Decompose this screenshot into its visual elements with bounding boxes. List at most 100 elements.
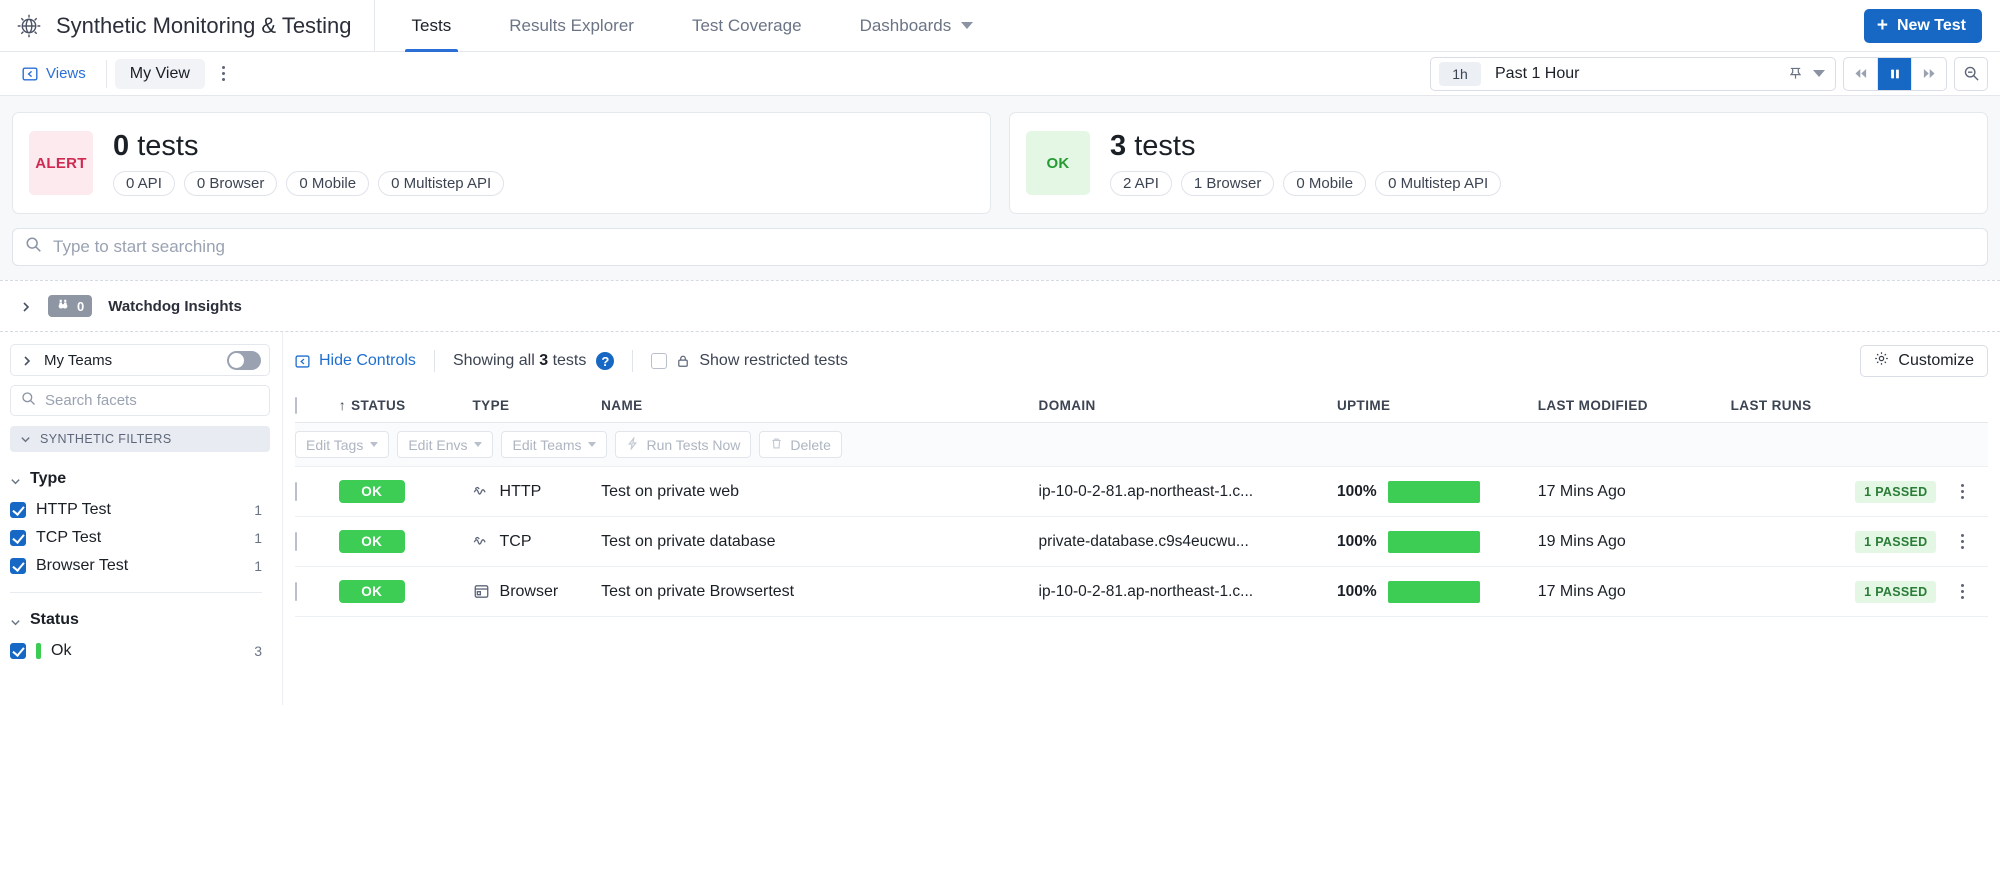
tab-test-coverage[interactable]: Test Coverage bbox=[663, 0, 831, 52]
column-header-name-label: NAME bbox=[601, 397, 643, 413]
show-restricted-tests-option[interactable]: Show restricted tests bbox=[651, 352, 848, 370]
row-name-cell[interactable]: Test on private database bbox=[601, 516, 1039, 567]
facet-sidebar: My Teams SYNTHETIC FILTERS bbox=[0, 332, 283, 705]
pause-button[interactable] bbox=[1878, 57, 1912, 90]
facet-search-input[interactable] bbox=[45, 392, 259, 409]
facet-item-status-ok[interactable]: Ok 3 bbox=[10, 637, 270, 665]
nav-divider bbox=[373, 0, 375, 52]
pin-icon[interactable] bbox=[1788, 66, 1803, 81]
chevron-right-icon[interactable] bbox=[20, 300, 32, 312]
tab-dashboards[interactable]: Dashboards bbox=[831, 0, 1003, 52]
customize-button[interactable]: Customize bbox=[1860, 345, 1988, 377]
show-restricted-checkbox[interactable] bbox=[651, 353, 668, 369]
ok-pill-mobile[interactable]: 0 Mobile bbox=[1283, 171, 1367, 196]
column-header-last-modified[interactable]: LAST MODIFIED bbox=[1537, 389, 1731, 423]
my-teams-toggle[interactable] bbox=[227, 350, 261, 370]
facet-checkbox[interactable] bbox=[10, 502, 26, 518]
edit-tags-label: Edit Tags bbox=[306, 436, 364, 453]
ok-type-pills: 2 API 1 Browser 0 Mobile 0 Multistep API bbox=[1110, 171, 1502, 196]
facet-checkbox[interactable] bbox=[10, 558, 26, 574]
chevron-right-icon[interactable] bbox=[21, 354, 33, 366]
row-actions-cell bbox=[1936, 566, 1988, 617]
row-checkbox[interactable] bbox=[295, 581, 297, 601]
edit-envs-button[interactable]: Edit Envs bbox=[397, 431, 494, 458]
row-more-options-icon[interactable] bbox=[1955, 481, 1970, 502]
column-header-type[interactable]: TYPE bbox=[472, 389, 602, 423]
alert-badge-label: ALERT bbox=[35, 154, 87, 172]
hide-controls-button[interactable]: Hide Controls bbox=[295, 352, 416, 370]
chevron-down-icon[interactable] bbox=[1813, 70, 1825, 77]
facet-section-status[interactable]: Status bbox=[10, 611, 270, 629]
delete-button[interactable]: Delete bbox=[759, 431, 842, 458]
facet-checkbox[interactable] bbox=[10, 643, 26, 659]
select-all-checkbox[interactable] bbox=[295, 396, 297, 414]
ok-pill-api[interactable]: 2 API bbox=[1110, 171, 1172, 196]
fast-forward-button[interactable] bbox=[1912, 58, 1946, 90]
column-header-status[interactable]: ↑ STATUS bbox=[338, 389, 473, 423]
current-view-chip[interactable]: My View bbox=[114, 58, 205, 89]
facet-item-tcp-test[interactable]: TCP Test 1 bbox=[10, 524, 270, 552]
row-checkbox[interactable] bbox=[295, 481, 297, 501]
global-search-bar[interactable] bbox=[12, 228, 1988, 266]
column-header-last-runs[interactable]: LAST RUNS bbox=[1730, 389, 1937, 423]
row-last-runs-cell: 1 PASSED bbox=[1730, 466, 1937, 517]
ok-summary-card[interactable]: OK 3 tests 2 API 1 Browser 0 Mobile 0 Mu… bbox=[1009, 112, 1988, 214]
facet-group-synthetic-filters[interactable]: SYNTHETIC FILTERS bbox=[10, 426, 270, 452]
row-select-cell bbox=[295, 516, 339, 567]
my-teams-filter[interactable]: My Teams bbox=[10, 344, 270, 376]
facet-checkbox[interactable] bbox=[10, 530, 26, 546]
plus-icon: + bbox=[1876, 15, 1888, 36]
table-row[interactable]: OK TCP Test on private database private-… bbox=[295, 516, 1988, 567]
table-row[interactable]: OK Browser Test on private Browsertest i… bbox=[295, 566, 1988, 617]
ok-pill-multistep-api[interactable]: 0 Multistep API bbox=[1375, 171, 1502, 196]
facet-search-bar[interactable] bbox=[10, 385, 270, 416]
row-uptime-cell: 100% bbox=[1337, 516, 1538, 567]
ok-pill-browser[interactable]: 1 Browser bbox=[1180, 171, 1275, 196]
watchdog-badge: 0 bbox=[48, 295, 93, 317]
facet-item-browser-test[interactable]: Browser Test 1 bbox=[10, 552, 270, 580]
new-test-button[interactable]: + New Test bbox=[1863, 8, 1982, 43]
top-nav-actions: + New Test bbox=[1863, 8, 1982, 43]
watchdog-insights-bar[interactable]: 0 Watchdog Insights bbox=[0, 280, 2000, 332]
test-name: Test on private Browsertest bbox=[601, 582, 795, 600]
tests-table-head: ↑ STATUS TYPE NAME DOMAIN UPTIME LAST MO… bbox=[295, 389, 1988, 423]
alert-test-count: 0 tests bbox=[113, 130, 504, 163]
alert-pill-browser[interactable]: 0 Browser bbox=[183, 171, 278, 196]
tab-results-explorer[interactable]: Results Explorer bbox=[480, 0, 663, 52]
alert-pill-api[interactable]: 0 API bbox=[113, 171, 175, 196]
rewind-button[interactable] bbox=[1844, 57, 1878, 90]
run-tests-now-button[interactable]: Run Tests Now bbox=[615, 431, 752, 458]
page-title: Synthetic Monitoring & Testing bbox=[56, 12, 352, 38]
column-header-domain[interactable]: DOMAIN bbox=[1038, 389, 1337, 423]
alert-card-body: 0 tests 0 API 0 Browser 0 Mobile 0 Multi… bbox=[113, 130, 505, 196]
zoom-out-button[interactable] bbox=[1954, 56, 1988, 91]
ok-count-value: 3 bbox=[1110, 130, 1127, 162]
row-type-label: TCP bbox=[499, 532, 532, 550]
help-icon[interactable]: ? bbox=[596, 352, 615, 370]
search-input[interactable] bbox=[53, 237, 1975, 257]
time-shortcut-chip[interactable]: 1h bbox=[1439, 61, 1481, 86]
column-header-name[interactable]: NAME bbox=[601, 389, 1039, 423]
row-more-options-icon[interactable] bbox=[1955, 581, 1970, 602]
facet-item-count: 1 bbox=[254, 558, 262, 574]
row-checkbox[interactable] bbox=[295, 531, 297, 551]
view-more-options-icon[interactable] bbox=[211, 59, 237, 89]
table-row[interactable]: OK HTTP Test on private web ip-10-0-2-81… bbox=[295, 466, 1988, 517]
tab-tests[interactable]: Tests bbox=[383, 0, 481, 52]
views-button[interactable]: Views bbox=[10, 52, 98, 96]
alert-summary-card[interactable]: ALERT 0 tests 0 API 0 Browser 0 Mobile 0… bbox=[12, 112, 991, 214]
time-range-picker[interactable]: 1h Past 1 Hour bbox=[1430, 56, 1836, 91]
alert-count-unit: tests bbox=[137, 130, 199, 162]
row-more-options-icon[interactable] bbox=[1955, 531, 1970, 552]
alert-pill-multistep-api[interactable]: 0 Multistep API bbox=[378, 171, 505, 196]
row-name-cell[interactable]: Test on private Browsertest bbox=[601, 566, 1039, 617]
row-last-runs-cell: 1 PASSED bbox=[1730, 516, 1937, 567]
facet-section-type[interactable]: Type bbox=[10, 470, 270, 488]
alert-pill-mobile[interactable]: 0 Mobile bbox=[286, 171, 370, 196]
edit-tags-button[interactable]: Edit Tags bbox=[295, 431, 390, 458]
edit-teams-button[interactable]: Edit Teams bbox=[501, 431, 608, 458]
column-header-uptime[interactable]: UPTIME bbox=[1337, 389, 1538, 423]
row-name-cell[interactable]: Test on private web bbox=[601, 466, 1039, 517]
facet-item-http-test[interactable]: HTTP Test 1 bbox=[10, 496, 270, 524]
column-header-status-label: STATUS bbox=[351, 397, 406, 413]
